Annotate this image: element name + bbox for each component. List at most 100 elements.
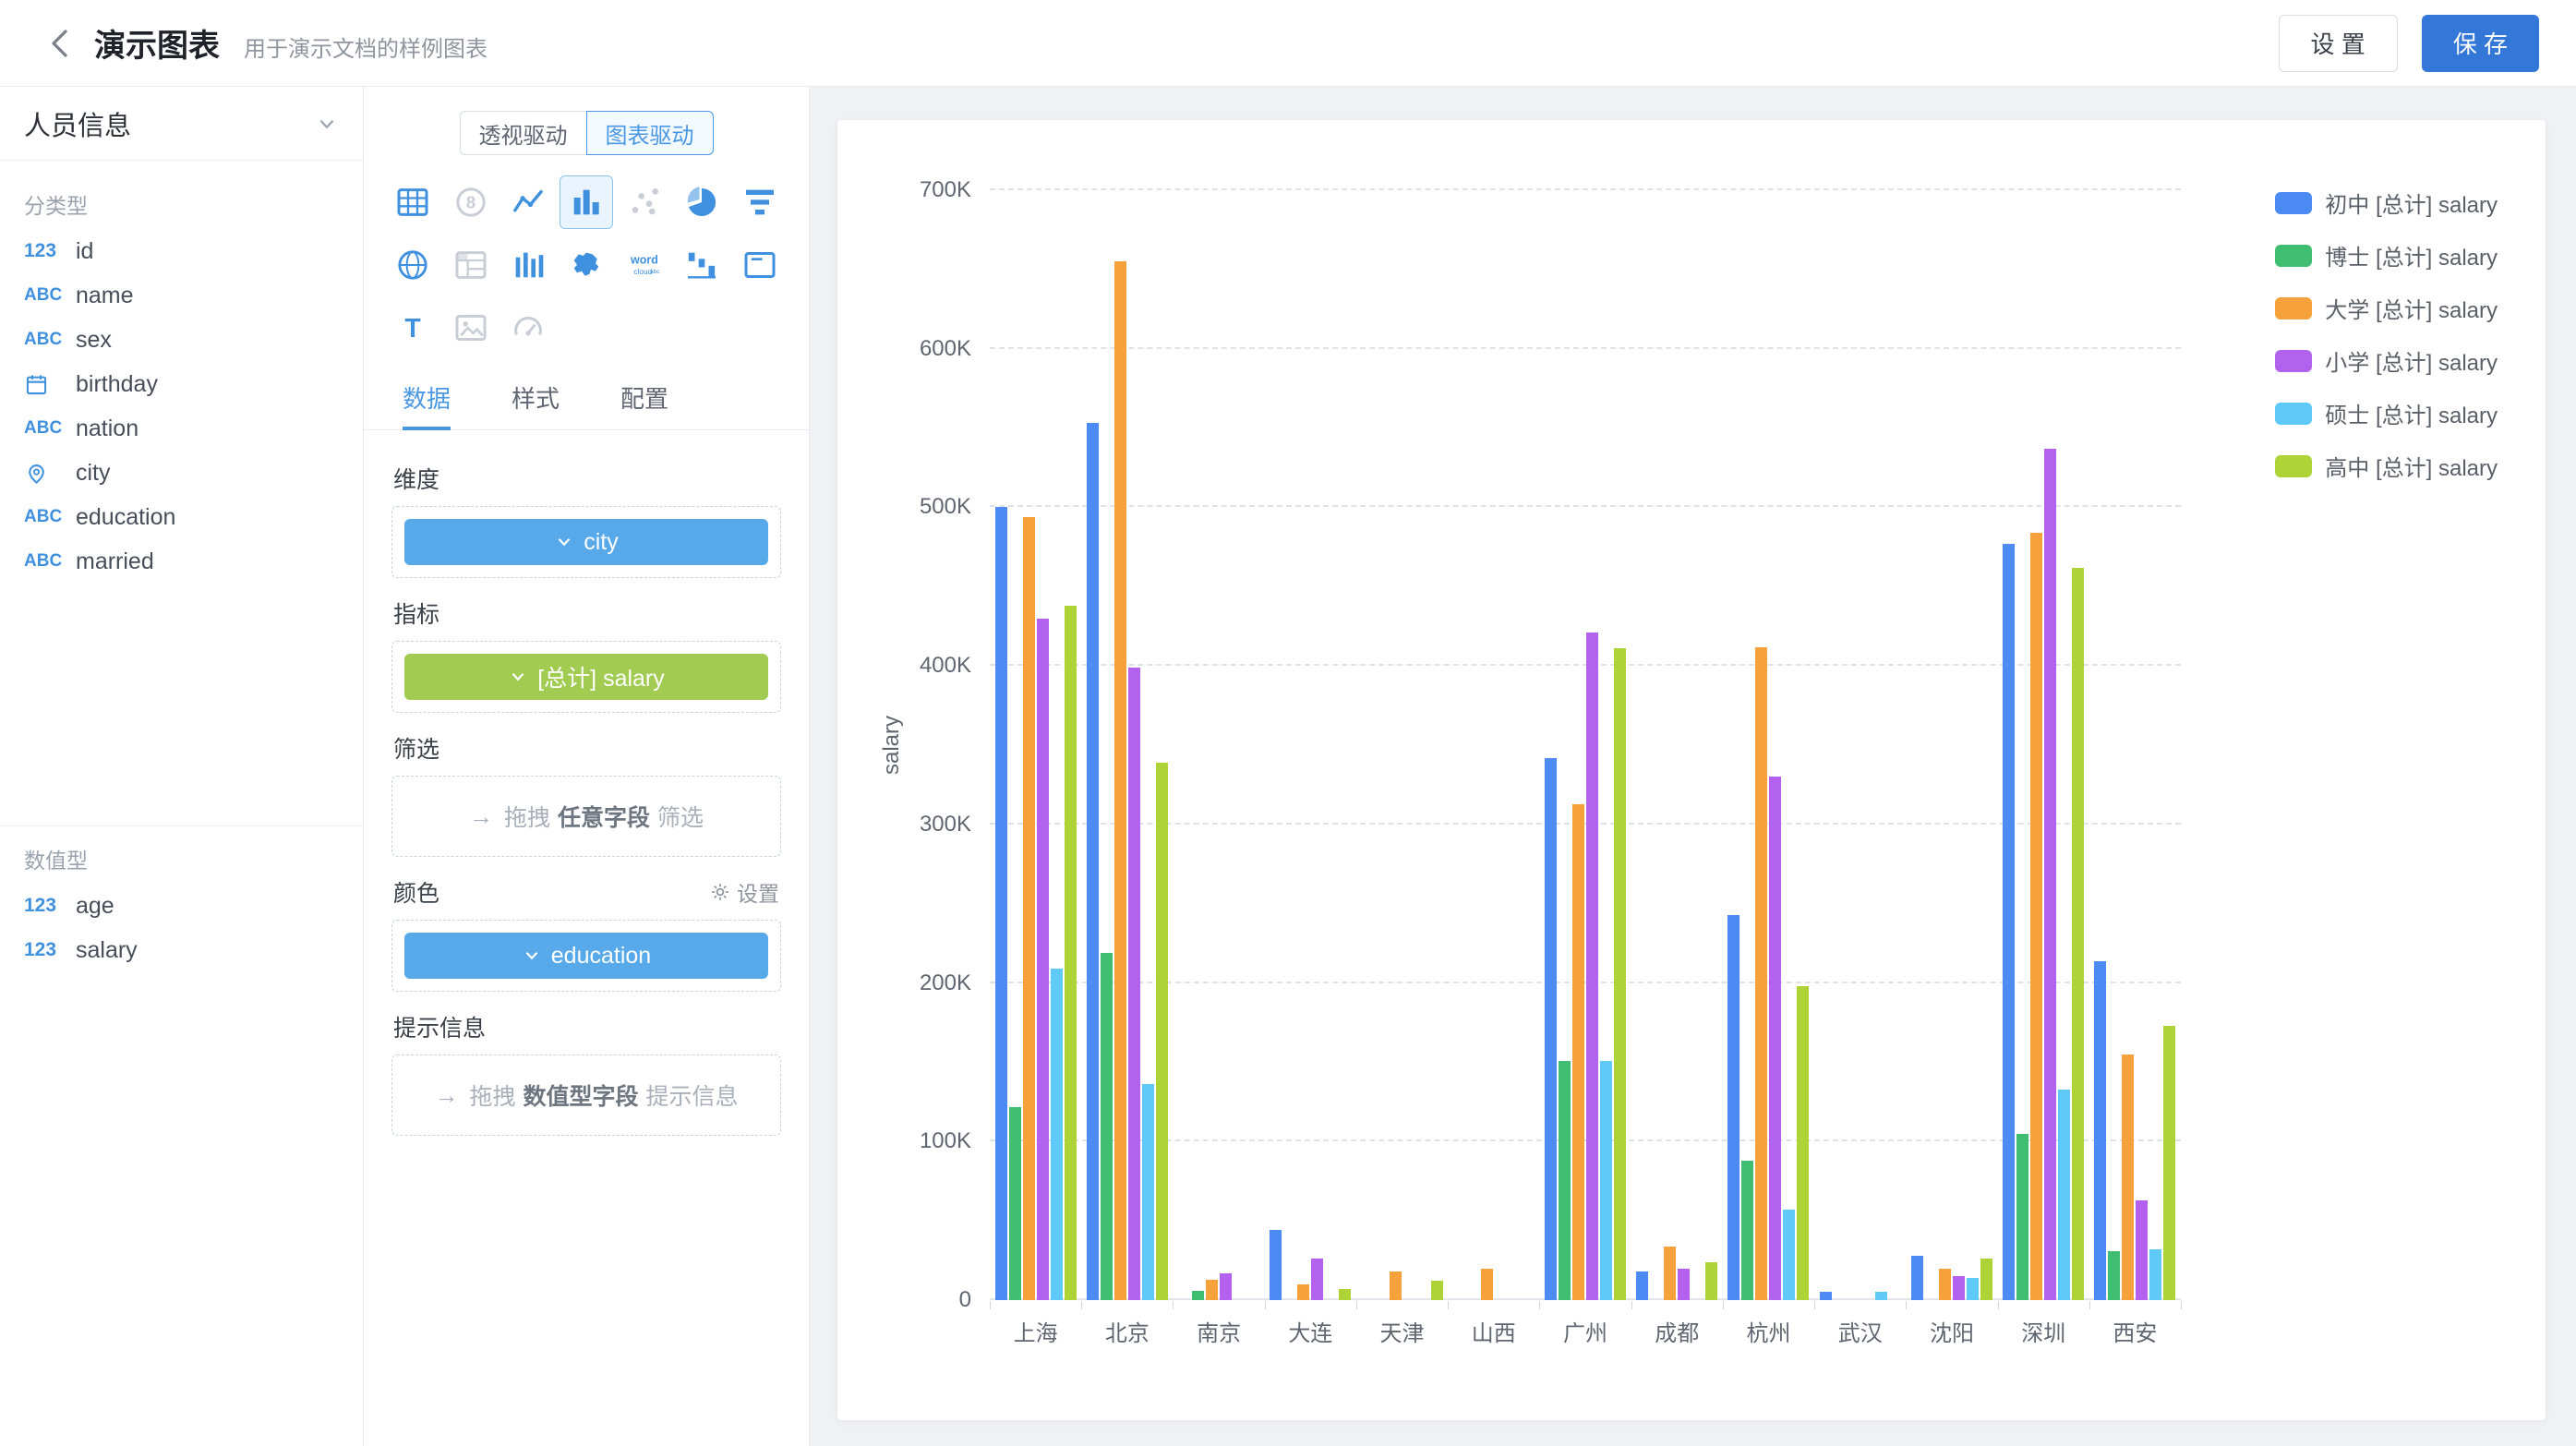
- bar[interactable]: [1797, 986, 1809, 1300]
- pie-chart-icon[interactable]: [675, 175, 728, 229]
- field-item-birthday[interactable]: birthday: [0, 362, 363, 406]
- bar[interactable]: [1572, 804, 1584, 1300]
- bar[interactable]: [2003, 544, 2015, 1300]
- bar[interactable]: [2044, 449, 2056, 1300]
- bar[interactable]: [1206, 1280, 1218, 1300]
- config-tab-数据[interactable]: 数据: [403, 380, 451, 429]
- bar[interactable]: [1311, 1259, 1323, 1300]
- bar[interactable]: [1953, 1276, 1965, 1300]
- config-tab-样式[interactable]: 样式: [512, 380, 560, 429]
- bar[interactable]: [1481, 1269, 1493, 1300]
- bar[interactable]: [1037, 619, 1049, 1300]
- dimension-dropzone[interactable]: city: [391, 506, 781, 578]
- color-settings-link[interactable]: 设置: [709, 876, 779, 908]
- filter-dropzone[interactable]: → 拖拽任意字段筛选: [391, 776, 781, 857]
- bar[interactable]: [1220, 1273, 1232, 1300]
- frame-icon[interactable]: [733, 238, 787, 292]
- bar[interactable]: [1614, 648, 1626, 1300]
- bar[interactable]: [1051, 969, 1063, 1300]
- bar[interactable]: [1875, 1292, 1887, 1300]
- bar[interactable]: [2072, 568, 2084, 1300]
- field-item-married[interactable]: ABCmarried: [0, 539, 363, 584]
- bar[interactable]: [1142, 1084, 1154, 1300]
- bar[interactable]: [2058, 1090, 2070, 1300]
- bar[interactable]: [1009, 1107, 1021, 1300]
- text-icon[interactable]: T: [386, 301, 439, 355]
- bar[interactable]: [1065, 606, 1077, 1300]
- metric-dropzone[interactable]: [总计] salary: [391, 641, 781, 713]
- bar[interactable]: [1755, 647, 1767, 1300]
- bar[interactable]: [1678, 1269, 1690, 1300]
- mode-tab-chart-driven[interactable]: 图表驱动: [586, 111, 714, 155]
- bar[interactable]: [1431, 1281, 1443, 1300]
- bar[interactable]: [2030, 533, 2042, 1300]
- bar[interactable]: [1727, 915, 1739, 1300]
- bar[interactable]: [1769, 777, 1781, 1300]
- settings-button[interactable]: 设 置: [2279, 15, 2398, 72]
- tooltip-dropzone[interactable]: → 拖拽数值型字段提示信息: [391, 1054, 781, 1136]
- bar[interactable]: [1980, 1259, 1992, 1300]
- field-item-city[interactable]: city: [0, 451, 363, 495]
- field-item-id[interactable]: 123id: [0, 229, 363, 273]
- legend-item[interactable]: 小学 [总计] salary: [2275, 344, 2498, 377]
- bar[interactable]: [1192, 1291, 1204, 1300]
- bar[interactable]: [1297, 1284, 1309, 1300]
- dataset-selector[interactable]: 人员信息: [0, 87, 363, 161]
- mode-tab-pivot-driven[interactable]: 透视驱动: [460, 111, 587, 155]
- bar[interactable]: [1741, 1161, 1753, 1300]
- funnel-chart-icon[interactable]: [733, 175, 787, 229]
- bar[interactable]: [1820, 1292, 1832, 1300]
- bar[interactable]: [1967, 1278, 1979, 1300]
- bar[interactable]: [1783, 1210, 1795, 1300]
- bar[interactable]: [1600, 1061, 1612, 1300]
- field-item-sex[interactable]: ABCsex: [0, 318, 363, 362]
- bar[interactable]: [1545, 758, 1557, 1300]
- radar-chart-icon[interactable]: [386, 238, 439, 292]
- bar[interactable]: [1939, 1269, 1951, 1300]
- metric-pill-salary[interactable]: [总计] salary: [404, 654, 768, 700]
- config-tab-配置[interactable]: 配置: [620, 380, 668, 429]
- bar[interactable]: [2136, 1200, 2148, 1300]
- waterfall-chart-icon[interactable]: [675, 238, 728, 292]
- bar[interactable]: [1586, 633, 1598, 1300]
- bar[interactable]: [1911, 1256, 1923, 1300]
- wordcloud-chart-icon[interactable]: wordcloudabc: [618, 238, 671, 292]
- bar-chart-icon[interactable]: [560, 175, 613, 229]
- bar[interactable]: [2108, 1251, 2120, 1300]
- field-item-age[interactable]: 123age: [0, 884, 363, 928]
- field-item-nation[interactable]: ABCnation: [0, 406, 363, 451]
- bar[interactable]: [1128, 668, 1140, 1300]
- bar[interactable]: [1559, 1061, 1571, 1300]
- bar[interactable]: [1664, 1247, 1676, 1300]
- bar[interactable]: [1636, 1271, 1648, 1300]
- table-chart-icon[interactable]: [386, 175, 439, 229]
- bar[interactable]: [1156, 763, 1168, 1300]
- field-item-salary[interactable]: 123salary: [0, 928, 363, 972]
- bar[interactable]: [1339, 1289, 1351, 1300]
- legend-item[interactable]: 大学 [总计] salary: [2275, 292, 2498, 324]
- bar[interactable]: [1087, 423, 1099, 1300]
- kline-chart-icon[interactable]: [501, 238, 555, 292]
- bar[interactable]: [1114, 261, 1126, 1300]
- bar[interactable]: [2016, 1134, 2028, 1300]
- field-item-education[interactable]: ABCeducation: [0, 495, 363, 539]
- bar[interactable]: [2122, 1054, 2134, 1300]
- bar[interactable]: [1705, 1262, 1717, 1300]
- legend-item[interactable]: 博士 [总计] salary: [2275, 239, 2498, 271]
- save-button[interactable]: 保 存: [2422, 15, 2539, 72]
- bar[interactable]: [1390, 1271, 1402, 1300]
- line-chart-icon[interactable]: [501, 175, 555, 229]
- back-button[interactable]: [37, 19, 85, 67]
- bar[interactable]: [2149, 1249, 2161, 1300]
- bar[interactable]: [2163, 1026, 2175, 1300]
- bar[interactable]: [2094, 961, 2106, 1300]
- bar[interactable]: [1023, 517, 1035, 1300]
- color-dropzone[interactable]: education: [391, 920, 781, 992]
- bar[interactable]: [995, 507, 1007, 1300]
- bar[interactable]: [1270, 1230, 1282, 1300]
- field-item-name[interactable]: ABCname: [0, 273, 363, 318]
- legend-item[interactable]: 硕士 [总计] salary: [2275, 397, 2498, 429]
- bar[interactable]: [1101, 953, 1113, 1300]
- map-chart-icon[interactable]: [560, 238, 613, 292]
- dimension-pill-city[interactable]: city: [404, 519, 768, 565]
